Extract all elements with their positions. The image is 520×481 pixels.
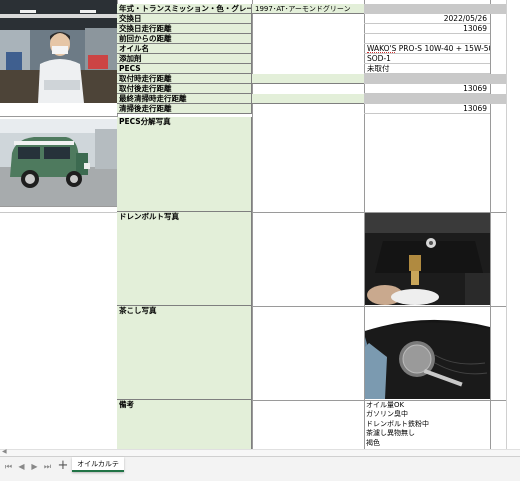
row-label-install-mileage[interactable]: 取付時走行距離 xyxy=(117,74,252,84)
after-install-mileage-value[interactable]: 13069 xyxy=(364,84,490,94)
row-label-last-clean-mileage[interactable]: 最終清掃時走行距離 xyxy=(117,94,252,104)
horizontal-scrollbar[interactable]: ◀ xyxy=(0,448,520,456)
last-clean-mileage-gray-2 xyxy=(490,94,506,104)
scroll-left-icon[interactable]: ◀ xyxy=(2,448,7,455)
add-sheet-button[interactable]: + xyxy=(57,458,69,474)
tab-oil-karte[interactable]: オイルカルテ xyxy=(72,457,124,472)
row-label-additive[interactable]: 添加剤 xyxy=(117,54,252,64)
install-mileage-gray-2 xyxy=(490,74,506,84)
distance-since-last-value[interactable] xyxy=(364,34,490,44)
mechanic-photo xyxy=(0,0,117,103)
car-photo xyxy=(0,119,117,206)
additive-value[interactable]: SOD-1 xyxy=(364,54,490,64)
row-label-after-install-mileage[interactable]: 取付後走行距離 xyxy=(117,84,252,94)
pecs-photo-label-cell[interactable]: PECS分解写真 xyxy=(117,117,252,212)
install-mileage-value[interactable] xyxy=(364,74,490,84)
row-label-pecs[interactable]: PECS xyxy=(117,64,252,74)
strainer-photo xyxy=(365,307,490,399)
spec-value: 1997･AT･アーモンドグリーン xyxy=(255,5,351,13)
remark-line: 褐色 xyxy=(366,438,380,447)
row-label-oil-name[interactable]: オイル名 xyxy=(117,44,252,54)
oil-name-spell-underline xyxy=(367,52,395,53)
row-label-after-clean-mileage[interactable]: 清掃後走行距離 xyxy=(117,104,252,114)
remark-line: オイル量OK xyxy=(366,401,405,409)
change-date-value[interactable]: 2022/05/26 xyxy=(364,14,490,24)
install-mileage-c-cell xyxy=(252,74,364,84)
last-clean-c-cell xyxy=(252,94,364,104)
drain-bolt-photo xyxy=(365,213,490,305)
remarks-text[interactable]: オイル量OK ガソリン臭中 ドレンボルト鉄粉中 茶濾し異物無し 褐色 xyxy=(366,401,490,449)
after-clean-mileage-value[interactable]: 13069 xyxy=(364,104,490,114)
spec-gray-cell-2 xyxy=(490,4,506,14)
last-sheet-icon[interactable]: ⏭ xyxy=(43,461,52,473)
next-sheet-icon[interactable]: ▶ xyxy=(30,461,39,473)
remark-line: ガソリン臭中 xyxy=(366,410,408,419)
remark-line: ドレンボルト鉄粉中 xyxy=(366,419,429,428)
spec-gray-cell xyxy=(364,4,490,14)
prev-sheet-icon[interactable]: ◀ xyxy=(17,461,26,473)
change-mileage-value[interactable]: 13069 xyxy=(364,24,490,34)
row-label-change-date[interactable]: 交換日 xyxy=(117,14,252,24)
pecs-value[interactable]: 未取付 xyxy=(364,64,490,74)
remarks-label-cell[interactable]: 備考 xyxy=(117,400,252,449)
row-label-distance-since-last[interactable]: 前回からの距離 xyxy=(117,34,252,44)
last-clean-mileage-value[interactable] xyxy=(364,94,490,104)
row-label-change-mileage[interactable]: 交換日走行距離 xyxy=(117,24,252,34)
first-sheet-icon[interactable]: ⏮ xyxy=(4,461,13,473)
remark-line: 茶濾し異物無し xyxy=(366,429,415,438)
drain-bolt-label-cell[interactable]: ドレンボルト写真 xyxy=(117,212,252,306)
strainer-label-cell[interactable]: 茶こし写真 xyxy=(117,306,252,400)
row-label-spec[interactable]: 年式・トランスミッション・色・グレード・特徴 xyxy=(117,4,252,14)
